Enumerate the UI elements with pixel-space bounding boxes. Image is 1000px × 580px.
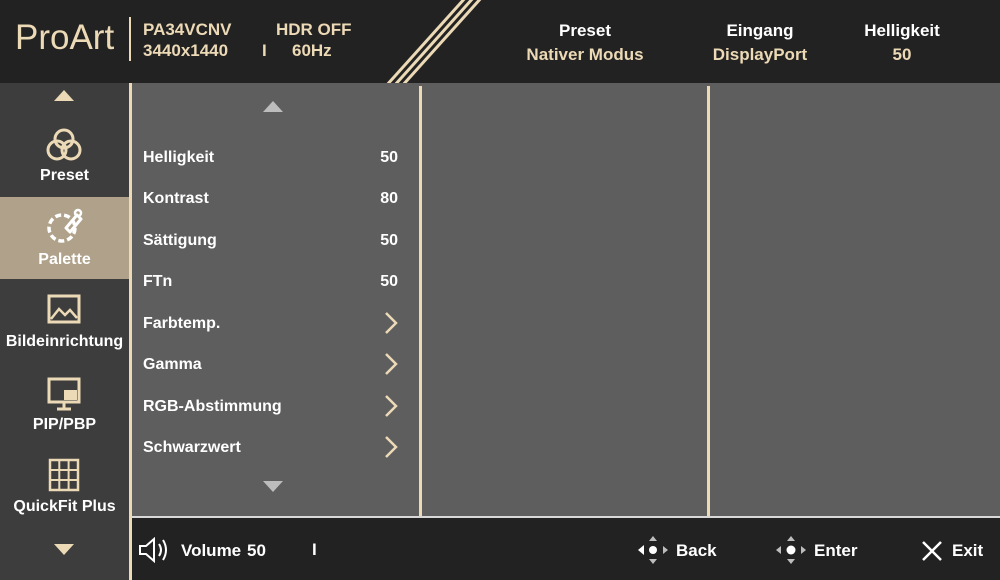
color-circles-icon [46,128,82,161]
sidebar-item-label: QuickFit Plus [13,498,116,515]
palette-icon [47,208,83,243]
volume-value: 50 [247,541,266,560]
menu-scroll-down-icon[interactable] [263,481,283,492]
header-brightness: Helligkeit 50 [850,20,954,68]
menu-item-ftn[interactable]: FTn 50 [143,267,398,297]
sidebar-item-palette[interactable]: Palette [0,197,129,279]
preset-label: Preset [559,21,611,40]
sidebar-item-label: Preset [40,167,89,184]
osd-sidebar: Preset Palette Bildeinrichtung PIP/PBP Q… [0,83,129,580]
enter-label: Enter [814,541,858,560]
resolution: 3440x1440 [143,41,229,60]
sidebar-item-label: Palette [38,251,91,268]
menu-item-label: Helligkeit [143,149,215,166]
menu-item-label: Kontrast [143,190,209,207]
back-label: Back [676,541,717,560]
menu-item-value: 50 [380,149,398,166]
exit-button[interactable]: Exit [920,533,992,567]
menu-item-value: 50 [380,232,398,249]
sidebar-item-label: Bildeinrichtung [5,333,124,350]
menu-item-label: Farbtemp. [143,315,221,332]
menu-item-value: 50 [380,273,398,290]
sidebar-item-image-setup[interactable]: Bildeinrichtung [0,283,129,363]
sidebar-item-label: PIP/PBP [32,416,97,433]
header-preset: Preset Nativer Modus [510,20,660,68]
menu-item-label: Gamma [143,356,202,373]
menu-item-value: 80 [380,190,398,207]
menu-item-saturation[interactable]: Sättigung 50 [143,226,398,256]
menu-item-contrast[interactable]: Kontrast 80 [143,184,398,214]
proart-logo: ProArt [15,18,115,57]
joystick-enter-icon [776,536,806,564]
menu-item-label: Schwarzwert [143,439,241,456]
joystick-back-icon [638,536,668,564]
sidebar-scroll-up-icon[interactable] [54,90,74,101]
exit-label: Exit [952,541,984,560]
refresh-rate: 60Hz [292,41,332,60]
header-divider [129,17,131,61]
sidebar-item-quickfit-plus[interactable]: QuickFit Plus [0,448,129,528]
osd-header: ProArt PA34VCNV 3440x1440 HDR OFF I 60Hz… [0,0,1000,83]
input-label: Eingang [726,21,794,40]
image-icon [47,294,81,324]
close-icon [922,541,942,561]
menu-item-label: RGB-Abstimmung [143,398,282,415]
brightness-value: 50 [892,45,912,64]
menu-scroll-up-icon[interactable] [263,101,283,112]
chevron-right-icon [385,395,398,417]
osd-footer: Volume 50 I Back Enter Exit [132,518,1000,580]
menu-item-label: FTn [143,273,173,290]
menu-item-rgb-tuning[interactable]: RGB-Abstimmung [143,392,398,422]
submenu-column [422,83,707,517]
hdr-status: HDR OFF [276,20,352,39]
menu-item-label: Sättigung [143,232,217,249]
sidebar-item-pip-pbp[interactable]: PIP/PBP [0,366,129,446]
chevron-right-icon [385,312,398,334]
grid-icon [48,458,80,492]
decorative-stripes [386,0,482,83]
back-button[interactable]: Back [637,533,727,567]
brightness-label: Helligkeit [864,21,940,40]
preset-value: Nativer Modus [526,45,644,64]
input-value: DisplayPort [712,45,808,64]
speaker-icon [139,537,167,563]
menu-item-black-level[interactable]: Schwarzwert [143,433,398,463]
footer-separator: I [312,540,317,559]
volume-label: Volume [181,541,242,560]
options-column [710,83,1000,517]
chevron-right-icon [385,436,398,458]
pip-icon [47,377,81,411]
model-name: PA34VCNV [143,20,232,39]
sidebar-item-preset[interactable]: Preset [0,117,129,197]
menu-item-color-temp[interactable]: Farbtemp. [143,309,398,339]
info-separator: I [262,41,267,60]
enter-button[interactable]: Enter [775,533,870,567]
menu-item-brightness[interactable]: Helligkeit 50 [143,143,398,173]
header-input: Eingang DisplayPort [690,20,830,68]
menu-item-gamma[interactable]: Gamma [143,350,398,380]
sidebar-scroll-down-icon[interactable] [54,544,74,555]
chevron-right-icon [385,353,398,375]
